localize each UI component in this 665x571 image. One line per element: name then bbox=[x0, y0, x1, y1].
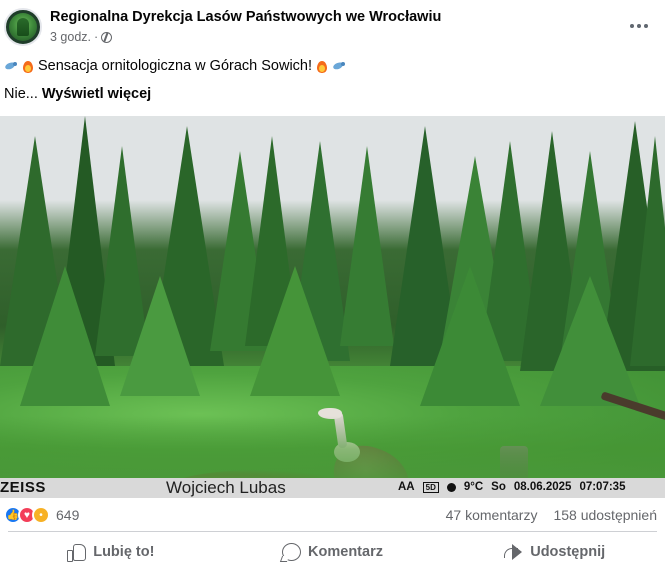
battery-type: AA bbox=[398, 481, 415, 493]
share-icon bbox=[503, 543, 523, 561]
capture-time: 07:07:35 bbox=[579, 481, 626, 493]
thumbs-up-icon bbox=[67, 543, 87, 562]
camera-brand: ZEISS bbox=[0, 479, 46, 496]
bird-emoji bbox=[4, 60, 18, 72]
like-button[interactable]: Lubię to! bbox=[0, 533, 222, 571]
photographer-credit: Wojciech Lubas bbox=[166, 478, 286, 497]
comments-count-link[interactable]: 47 komentarzy bbox=[446, 507, 538, 523]
spruce-tree bbox=[420, 266, 520, 406]
post-text-line: Sensacja ornitologiczna w Górach Sowich! bbox=[4, 58, 346, 74]
see-more-link[interactable]: Wyświetl więcej bbox=[42, 86, 151, 102]
post-actions: Lubię to! Komentarz Udostępnij bbox=[0, 533, 665, 571]
camera-readout: AA 5D 9°C So 08.06.2025 07:07:35 bbox=[398, 481, 625, 493]
more-options-icon[interactable] bbox=[627, 14, 651, 38]
fire-emoji bbox=[316, 59, 328, 73]
weekday: So bbox=[491, 481, 506, 493]
avatar-image bbox=[9, 13, 37, 41]
shares-count-link[interactable]: 158 udostępnień bbox=[553, 507, 657, 523]
post-header: Regionalna Dyrekcja Lasów Państwowych we… bbox=[0, 0, 665, 52]
globe-icon bbox=[101, 31, 113, 43]
comment-icon bbox=[282, 543, 302, 561]
post-photo[interactable] bbox=[0, 116, 665, 498]
spruce-tree bbox=[340, 146, 394, 346]
divider bbox=[8, 531, 657, 532]
share-button[interactable]: Udostępnij bbox=[443, 533, 665, 571]
page-name-link[interactable]: Regionalna Dyrekcja Lasów Państwowych we… bbox=[50, 9, 441, 25]
post-time[interactable]: 3 godz. bbox=[50, 30, 91, 44]
mode-box: 5D bbox=[422, 481, 439, 493]
wow-reaction-icon: • bbox=[32, 506, 50, 524]
share-label: Udostępnij bbox=[530, 544, 606, 560]
reactions-summary[interactable]: 👍 ♥ • 649 bbox=[4, 506, 79, 524]
spruce-tree bbox=[120, 276, 200, 396]
bird-emoji bbox=[332, 60, 346, 72]
comment-button[interactable]: Komentarz bbox=[222, 533, 444, 571]
page-avatar[interactable] bbox=[4, 8, 42, 46]
reaction-count: 649 bbox=[56, 507, 80, 523]
spruce-tree bbox=[250, 266, 340, 396]
temperature: 9°C bbox=[463, 481, 484, 493]
capture-date: 08.06.2025 bbox=[513, 481, 572, 493]
post-text-continuation: Nie... Wyświetl więcej bbox=[4, 86, 151, 102]
moon-icon bbox=[446, 482, 456, 492]
comment-label: Komentarz bbox=[308, 544, 383, 560]
post-meta: 3 godz. · bbox=[50, 30, 113, 44]
spruce-tree bbox=[20, 266, 110, 406]
truncated-text: Nie... bbox=[4, 86, 38, 102]
trail-camera-info-bar: ZEISS Wojciech Lubas AA 5D 9°C So 08.06.… bbox=[0, 478, 665, 498]
meta-separator: · bbox=[94, 30, 99, 44]
engagement-counts: 47 komentarzy 158 udostępnień bbox=[446, 507, 657, 523]
spruce-tree bbox=[540, 276, 640, 406]
like-label: Lubię to! bbox=[93, 544, 155, 560]
post-text-main: Sensacja ornitologiczna w Górach Sowich! bbox=[38, 58, 313, 74]
fire-emoji bbox=[22, 59, 34, 73]
